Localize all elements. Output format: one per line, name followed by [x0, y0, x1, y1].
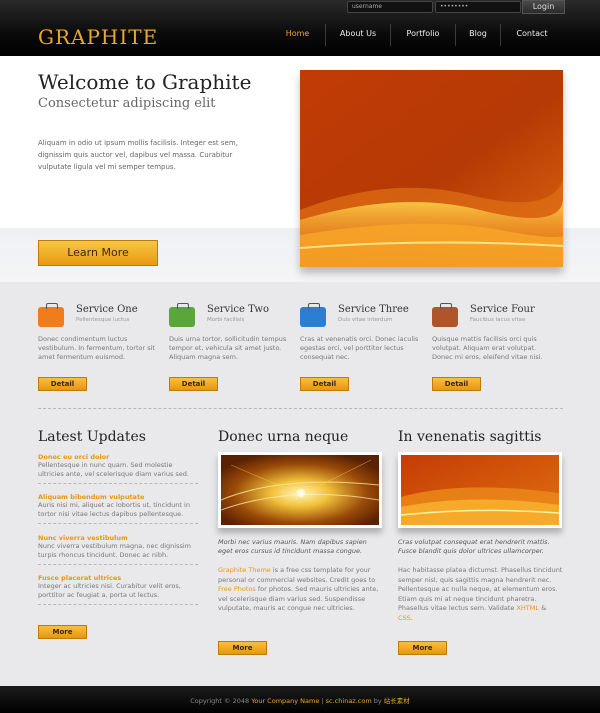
column-title: Donec urna neque: [218, 429, 349, 445]
service-subtitle: Morbi facilisis: [207, 317, 245, 323]
copyright-text: Copyright © 2048: [190, 697, 252, 705]
password-input[interactable]: ••••••••: [435, 1, 521, 13]
golden-light-image: [221, 455, 379, 525]
briefcase-brown-icon: [432, 303, 458, 327]
column-title: In venenatis sagittis: [398, 429, 542, 445]
more-button[interactable]: More: [398, 641, 447, 655]
hero-image: [300, 70, 563, 267]
author-link[interactable]: 站长素材: [384, 697, 410, 705]
detail-button[interactable]: Detail: [432, 377, 481, 391]
service-title: Service Three: [338, 304, 409, 315]
briefcase-orange-icon: [38, 303, 64, 327]
login-button[interactable]: Login: [522, 0, 565, 14]
column-text: Hac habitasse platea dictumst. Phasellus…: [398, 566, 563, 623]
graphite-theme-link[interactable]: Graphite Theme: [218, 566, 271, 574]
site-link[interactable]: sc.chinaz.com: [326, 697, 372, 705]
learn-more-button[interactable]: Learn More: [38, 240, 158, 266]
update-item: Nunc viverra vestibulum Nunc viverra ves…: [38, 534, 198, 565]
orange-abstract-image: [300, 70, 563, 267]
update-divider: [38, 564, 198, 565]
site-logo[interactable]: GRAPHITE: [38, 25, 158, 49]
service-text: Duis urna tortor, sollicitudin tempus te…: [169, 335, 287, 361]
nav-about-us[interactable]: About Us: [326, 24, 390, 46]
service-title: Service Four: [470, 304, 535, 315]
update-divider: [38, 523, 198, 524]
update-link[interactable]: Aliquam bibendum vulputate: [38, 493, 198, 501]
update-text: Auris nisi mi, aliquet ac lobortis ut, t…: [38, 501, 190, 518]
detail-button[interactable]: Detail: [169, 377, 218, 391]
top-bar: GRAPHITE username •••••••• Login Home Ab…: [0, 0, 600, 56]
service-text: Donec condimentum luctus vestibulum. In …: [38, 335, 155, 361]
update-item: Fusce placerat ultrices Integer ac ultri…: [38, 574, 198, 605]
hero-title: Welcome to Graphite: [38, 70, 252, 94]
orange-wave-image: [401, 455, 559, 525]
xhtml-link[interactable]: XHTML: [516, 604, 539, 612]
nav-blog[interactable]: Blog: [456, 24, 500, 46]
text-segment: &: [539, 604, 547, 612]
hero-text: Aliquam in odio ut ipsum mollis facilisi…: [38, 139, 238, 171]
update-link[interactable]: Fusce placerat ultrices: [38, 574, 198, 582]
update-text: Nunc viverra vestibulum magna, nec digni…: [38, 542, 192, 559]
nav-contact[interactable]: Contact: [501, 24, 563, 46]
nav-portfolio[interactable]: Portfolio: [391, 24, 455, 46]
text-segment: .: [410, 613, 413, 622]
column-caption: Morbi nec varius mauris. Nam dapibus sap…: [218, 538, 367, 555]
service-subtitle: Duis vitae interdum: [338, 317, 393, 323]
css-link[interactable]: CSS: [398, 614, 411, 622]
update-link[interactable]: Nunc viverra vestibulum: [38, 534, 198, 542]
section-divider: [38, 408, 563, 409]
column-image: [398, 452, 562, 528]
briefcase-blue-icon: [300, 303, 326, 327]
detail-button[interactable]: Detail: [38, 377, 87, 391]
update-item: Aliquam bibendum vulputate Auris nisi mi…: [38, 493, 198, 524]
update-text: Integer ac ultricies nisi. Curabitur vel…: [38, 582, 181, 599]
username-input[interactable]: username: [347, 1, 433, 13]
column-text: Graphite Theme is a free css template fo…: [218, 566, 383, 614]
service-text: Cras at venenatis orci. Donec iaculis eg…: [300, 335, 419, 361]
update-text: Pellentesque in nunc quam. Sed molestie …: [38, 461, 189, 478]
more-button[interactable]: More: [38, 625, 87, 639]
service-title: Service One: [76, 304, 138, 315]
update-item: Donec eu orci dolor Pellentesque in nunc…: [38, 453, 198, 484]
update-link[interactable]: Donec eu orci dolor: [38, 453, 198, 461]
hero-subtitle: Consectetur adipiscing elit: [38, 96, 216, 111]
briefcase-green-icon: [169, 303, 195, 327]
update-divider: [38, 483, 198, 484]
footer-by: by: [371, 697, 384, 705]
detail-button[interactable]: Detail: [300, 377, 349, 391]
service-text: Quisque mattis facilisis orci quis volut…: [432, 335, 543, 361]
latest-updates-title: Latest Updates: [38, 429, 146, 445]
service-title: Service Two: [207, 304, 269, 315]
footer-copyright: Copyright © 2048 Your Company Name | sc.…: [0, 695, 600, 705]
nav-home[interactable]: Home: [270, 24, 325, 46]
main-nav: Home About Us Portfolio Blog Contact: [270, 24, 563, 46]
company-link[interactable]: Your Company Name: [251, 697, 319, 705]
service-subtitle: Pellentesque luctus: [76, 317, 130, 323]
more-button[interactable]: More: [218, 641, 267, 655]
service-subtitle: Faucibus lacus vitae: [470, 317, 526, 323]
update-divider: [38, 604, 198, 605]
free-photos-link[interactable]: Free Photos: [218, 585, 256, 593]
column-image: [218, 452, 382, 528]
footer: Copyright © 2048 Your Company Name | sc.…: [0, 686, 600, 713]
column-caption: Cras volutpat consequat erat hendrerit m…: [398, 538, 550, 555]
